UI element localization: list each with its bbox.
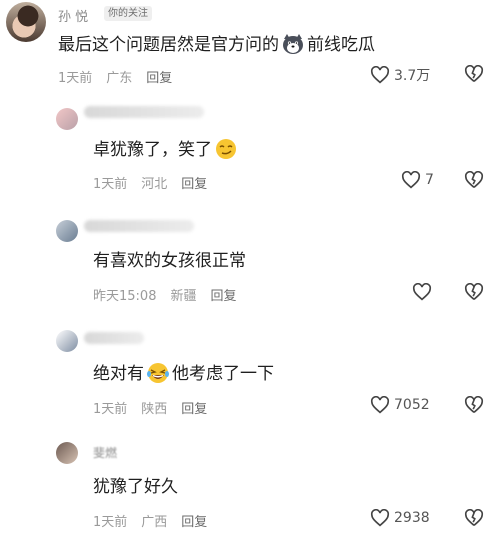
heart-icon (412, 283, 432, 301)
avatar[interactable] (56, 220, 78, 242)
reply-button[interactable]: 回复 (210, 289, 236, 304)
timestamp: 昨天15:08 (93, 289, 157, 304)
comment-text: 犹豫了好久 (93, 477, 178, 497)
comment-text: 最后这个问题居然是官方问的 前线吃瓜 (58, 34, 375, 55)
heart-icon (370, 509, 390, 527)
comment-item: 有喜欢的女孩很正常 昨天15:08 新疆 回复 (0, 212, 499, 320)
reply-button[interactable]: 回复 (181, 402, 207, 417)
timestamp: 1天前 (93, 177, 128, 192)
dog-emoji-icon (283, 34, 303, 54)
like-count: 3.7万 (394, 68, 431, 84)
avatar[interactable] (6, 2, 46, 42)
comment-meta: 1天前 陕西 回复 (93, 398, 221, 417)
like-count: 7 (425, 172, 434, 188)
heart-icon (370, 66, 390, 84)
dislike-button[interactable] (464, 283, 484, 301)
location: 广西 (141, 515, 168, 530)
comment-meta: 1天前 广西 回复 (93, 511, 221, 530)
dislike-button[interactable] (464, 509, 484, 527)
avatar[interactable] (56, 330, 78, 352)
avatar[interactable] (56, 442, 78, 464)
comment-meta: 昨天15:08 新疆 回复 (93, 285, 251, 304)
reply-button[interactable]: 回复 (146, 71, 172, 86)
commenter-name[interactable]: 斐燃 (93, 444, 117, 461)
dislike-button[interactable] (464, 171, 484, 189)
broken-heart-icon (464, 283, 484, 300)
reply-button[interactable]: 回复 (181, 515, 207, 530)
comment-item: 斐燃 犹豫了好久 1天前 广西 回复 2938 (0, 434, 499, 536)
broken-heart-icon (464, 509, 484, 526)
comment-meta: 1天前 广东 回复 (58, 67, 186, 86)
location: 陕西 (141, 402, 168, 417)
comment-text: 有喜欢的女孩很正常 (93, 251, 246, 271)
following-badge: 你的关注 (104, 6, 152, 21)
heart-icon (370, 396, 390, 414)
like-button[interactable]: 7 (401, 171, 434, 189)
comment-item: 孙 悦 你的关注 最后这个问题居然是官方问的 前线吃瓜 1天前 广东 回复 3.7万 (0, 0, 499, 95)
comment-meta: 1天前 河北 回复 (93, 173, 221, 192)
heart-icon (401, 171, 421, 189)
like-button[interactable] (412, 283, 432, 301)
location: 河北 (141, 177, 168, 192)
location: 广东 (106, 71, 133, 86)
blurred-username (84, 106, 204, 118)
timestamp: 1天前 (58, 71, 93, 86)
laugh-tears-emoji-icon (147, 363, 169, 383)
reply-button[interactable]: 回复 (181, 177, 207, 192)
like-count: 7052 (394, 397, 430, 413)
like-button[interactable]: 7052 (370, 396, 430, 414)
timestamp: 1天前 (93, 402, 128, 417)
dislike-button[interactable] (464, 396, 484, 414)
blurred-username (84, 220, 194, 232)
like-button[interactable]: 3.7万 (370, 65, 430, 85)
dislike-button[interactable] (464, 65, 484, 83)
commenter-name[interactable]: 孙 悦 (58, 6, 88, 25)
comment-item: 绝对有 他考虑了一下 1天前 陕西 回复 7052 (0, 322, 499, 430)
comment-text: 卓犹豫了，笑了 (93, 138, 240, 161)
blurred-username (84, 332, 144, 344)
comment-text: 绝对有 他考虑了一下 (93, 363, 274, 384)
like-button[interactable]: 2938 (370, 509, 430, 527)
location: 新疆 (170, 289, 197, 304)
timestamp: 1天前 (93, 515, 128, 530)
comment-item: 卓犹豫了，笑了 1天前 河北 回复 7 (0, 98, 499, 208)
avatar[interactable] (56, 108, 78, 130)
broken-heart-icon (464, 171, 484, 188)
broken-heart-icon (464, 65, 484, 82)
smirk-emoji-icon (216, 139, 236, 159)
like-count: 2938 (394, 510, 430, 526)
broken-heart-icon (464, 396, 484, 413)
